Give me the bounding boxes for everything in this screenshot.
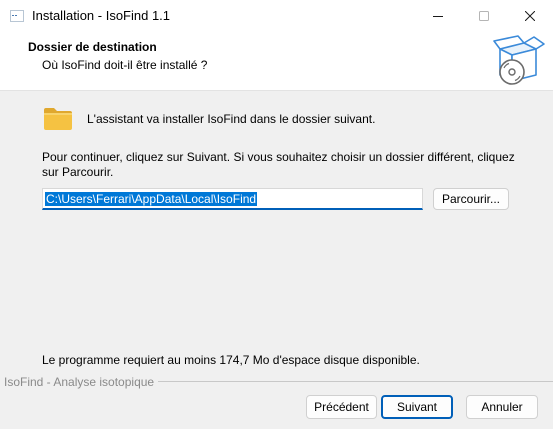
maximize-button — [461, 0, 507, 32]
folder-icon — [43, 107, 73, 131]
window-title: Installation - IsoFind 1.1 — [32, 8, 171, 23]
minimize-button[interactable] — [415, 0, 461, 32]
install-path-input[interactable]: C:\Users\Ferrari\AppData\Local\IsoFind — [42, 188, 423, 210]
intro-text: L'assistant va installer IsoFind dans le… — [87, 112, 376, 126]
installer-app-icon — [10, 10, 24, 22]
install-path-value: C:\Users\Ferrari\AppData\Local\IsoFind — [45, 192, 258, 206]
box-with-disc-icon — [490, 35, 546, 87]
footer-divider — [158, 381, 553, 382]
wizard-header: Dossier de destination Où IsoFind doit-i… — [0, 32, 553, 91]
back-button[interactable]: Précédent — [306, 395, 377, 419]
page-subtitle: Où IsoFind doit-il être installé ? — [42, 58, 208, 72]
cancel-button[interactable]: Annuler — [466, 395, 538, 419]
brand-label: IsoFind - Analyse isotopique — [4, 375, 157, 389]
next-button[interactable]: Suivant — [381, 395, 453, 419]
disk-space-text: Le programme requiert au moins 174,7 Mo … — [42, 353, 420, 367]
instructions-text: Pour continuer, cliquez sur Suivant. Si … — [42, 150, 515, 179]
close-button[interactable] — [507, 0, 553, 32]
maximize-icon — [479, 11, 489, 21]
installer-window: Installation - IsoFind 1.1 Dossier de de… — [0, 0, 553, 429]
close-icon — [525, 11, 535, 21]
minimize-icon — [433, 16, 443, 17]
title-bar[interactable]: Installation - IsoFind 1.1 — [0, 0, 553, 32]
page-title: Dossier de destination — [28, 40, 157, 54]
browse-button[interactable]: Parcourir... — [433, 188, 509, 210]
